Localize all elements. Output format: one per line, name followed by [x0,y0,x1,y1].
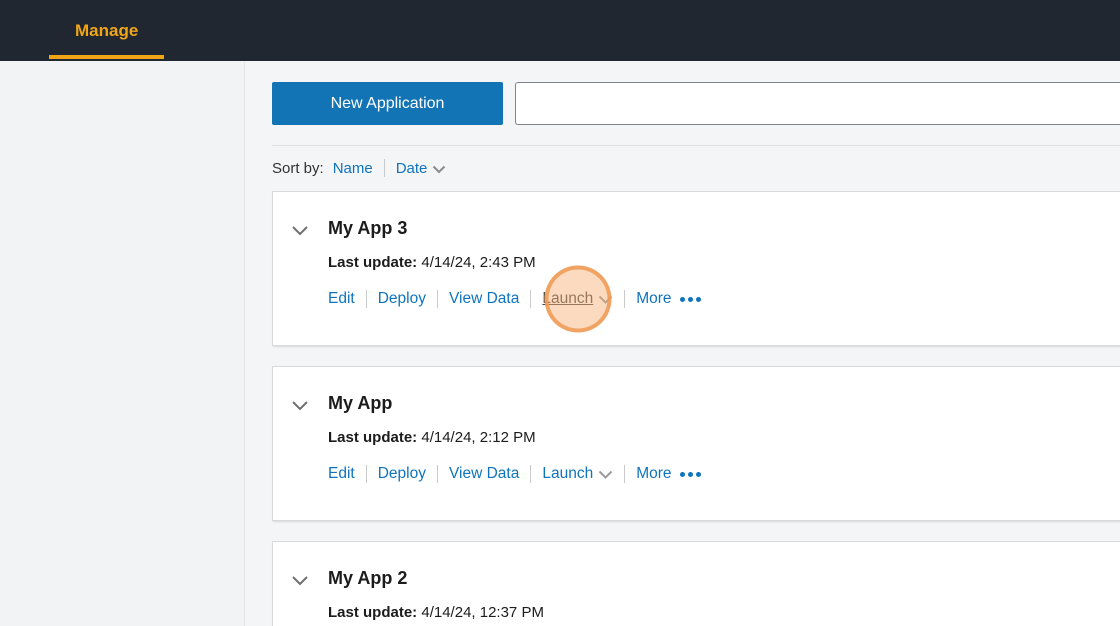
last-update-value: 4/14/24, 2:12 PM [421,429,536,446]
sort-by-label: Sort by: [272,159,324,177]
deploy-link[interactable]: Deploy [378,290,426,308]
last-update-line: Last update: 4/14/24, 2:43 PM [328,254,701,271]
expand-chevron-icon[interactable] [291,400,309,411]
sort-by-name-link[interactable]: Name [333,160,373,177]
divider [530,464,532,483]
toolbar: New Application [272,82,1120,125]
divider [436,464,438,483]
search-input[interactable] [515,82,1120,125]
left-sidebar [0,61,245,626]
chevron-down-icon [598,466,613,484]
divider [624,289,626,308]
view-data-link[interactable]: View Data [449,465,519,483]
divider [624,464,626,483]
app-card-title: My App 2 [328,568,408,588]
last-update-label: Last update: [328,254,418,271]
expand-chevron-icon[interactable] [291,575,309,586]
app-card-title: My App 3 [328,218,408,238]
active-tab-underline [49,55,165,59]
deploy-link[interactable]: Deploy [378,465,426,483]
last-update-line: Last update: 4/14/24, 12:37 PM [328,604,701,621]
main-content: New Application Sort by: Name Date My Ap… [245,61,1120,626]
last-update-label: Last update: [328,604,418,621]
ellipsis-icon [679,472,701,477]
tab-manage-label: Manage [75,20,139,40]
app-card-content: My App 3 Last update: 4/14/24, 2:43 PM E… [328,217,701,332]
divider [383,159,385,177]
more-link[interactable]: More [636,290,701,308]
expand-chevron-icon[interactable] [291,225,309,236]
chevron-down-icon [598,291,613,309]
app-card-content: My App 2 Last update: 4/14/24, 12:37 PM … [328,567,701,626]
app-card: My App 2 Last update: 4/14/24, 12:37 PM … [272,541,1120,626]
top-navbar: Manage [0,0,1120,61]
launch-link[interactable]: Launch [542,463,613,484]
divider [530,289,532,308]
edit-link[interactable]: Edit [328,465,355,483]
sort-bar: Sort by: Name Date [272,146,1120,191]
app-card-content: My App Last update: 4/14/24, 2:12 PM Edi… [328,392,701,484]
more-link[interactable]: More [636,465,701,483]
app-card: My App 3 Last update: 4/14/24, 2:43 PM E… [272,191,1120,346]
last-update-value: 4/14/24, 2:43 PM [421,254,536,271]
sort-by-date-link[interactable]: Date [396,158,447,178]
tab-manage[interactable]: Manage [49,0,165,61]
divider [365,464,367,483]
ellipsis-icon [679,297,701,302]
app-card-actions: Edit Deploy View Data Launch More [328,265,701,332]
edit-link[interactable]: Edit [328,290,355,308]
app-card-title: My App [328,393,393,413]
view-data-link[interactable]: View Data [449,290,519,308]
app-card-actions: Edit Deploy View Data Launch More [328,463,701,484]
last-update-line: Last update: 4/14/24, 2:12 PM [328,429,701,446]
launch-link[interactable]: Launch [542,265,613,332]
app-card: My App Last update: 4/14/24, 2:12 PM Edi… [272,366,1120,521]
last-update-value: 4/14/24, 12:37 PM [421,604,544,621]
chevron-down-icon [432,161,446,178]
new-application-button[interactable]: New Application [272,82,503,125]
divider [436,289,438,308]
last-update-label: Last update: [328,429,418,446]
divider [365,289,367,308]
